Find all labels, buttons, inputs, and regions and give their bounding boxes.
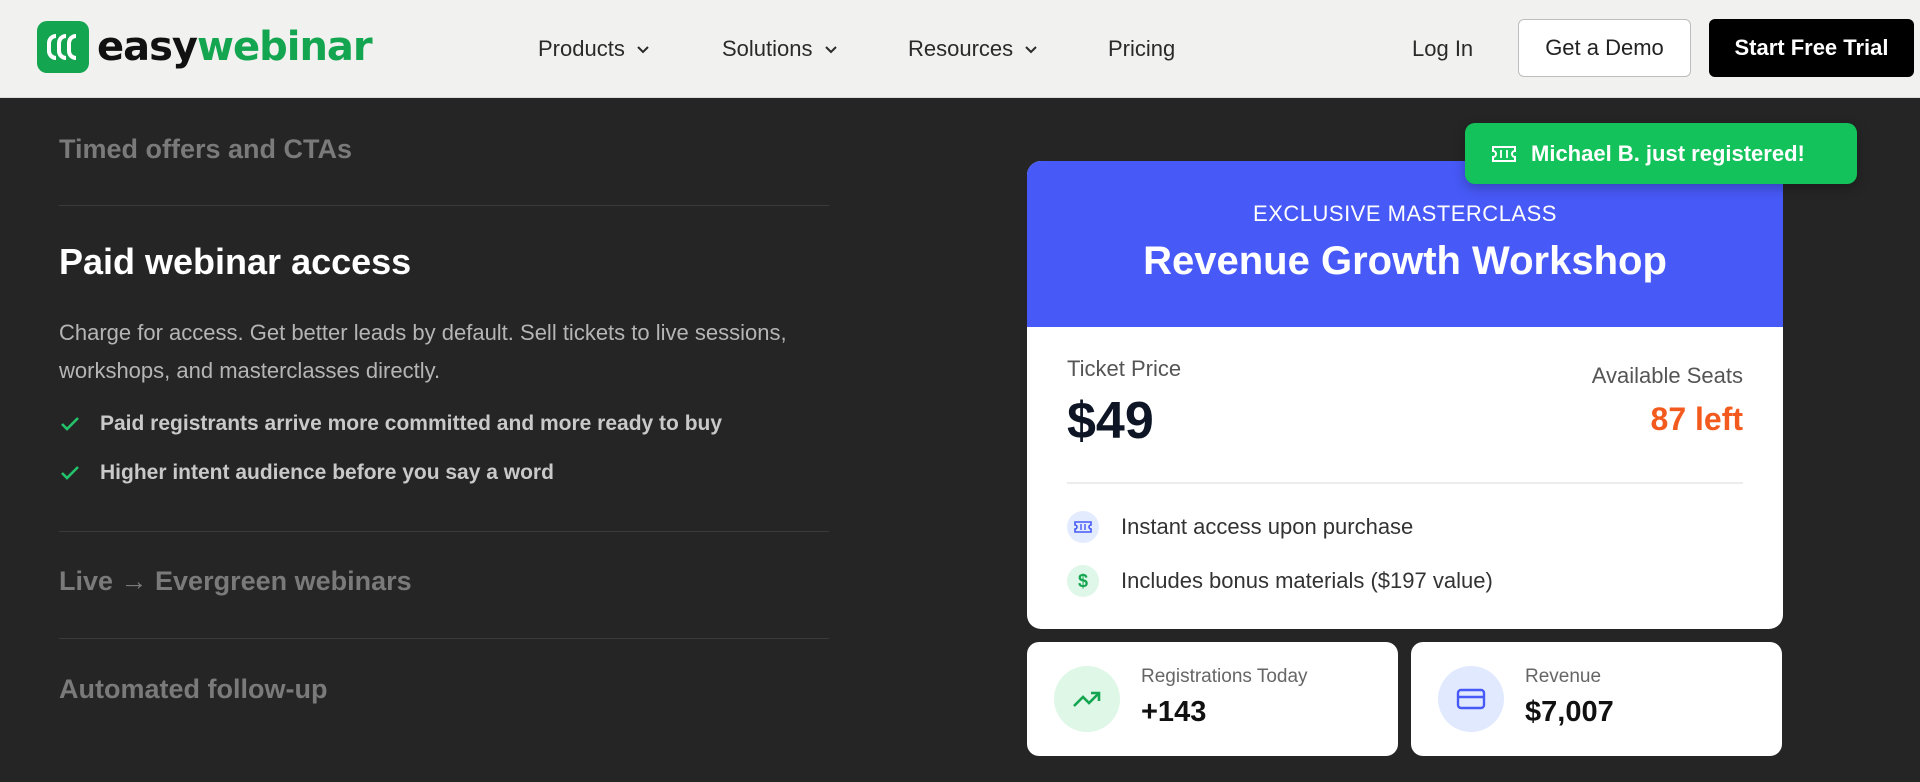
nav-pricing[interactable]: Pricing <box>1108 36 1175 62</box>
divider <box>59 638 829 639</box>
accordion-automated-follow-up[interactable]: Automated follow-up <box>59 674 327 705</box>
paid-point-item: Paid registrants arrive more committed a… <box>59 412 722 436</box>
ticket-title: Revenue Growth Workshop <box>1143 239 1667 283</box>
credit-card-icon <box>1438 666 1504 732</box>
chevron-down-icon <box>1025 46 1037 54</box>
login-label: Log In <box>1412 36 1474 61</box>
ticket-icon <box>1492 145 1516 162</box>
accordion-timed-offers[interactable]: Timed offers and CTAs <box>59 134 352 165</box>
ticket-price-label: Ticket Price <box>1067 356 1182 381</box>
divider <box>59 531 829 532</box>
available-seats-value: 87 left <box>1650 401 1743 437</box>
get-demo-button[interactable]: Get a Demo <box>1518 19 1691 77</box>
registrations-stat-card: Registrations Today +143 <box>1027 642 1398 756</box>
check-icon <box>61 466 79 480</box>
ticket-price: $49 <box>1067 392 1154 450</box>
trending-up-icon <box>1054 666 1120 732</box>
nav-products[interactable]: Products <box>538 36 651 62</box>
accordion-live-evergreen[interactable]: Live → Evergreen webinars <box>59 566 412 597</box>
paid-point-text: Paid registrants arrive more committed a… <box>100 412 723 435</box>
revenue-label: Revenue <box>1525 666 1602 687</box>
login-link[interactable]: Log In <box>1412 36 1473 62</box>
chevron-down-icon <box>824 46 837 54</box>
revenue-value: $7,007 <box>1525 696 1614 728</box>
nav-resources[interactable]: Resources <box>908 36 1039 62</box>
ticket-perk-item: Instant access upon purchase <box>1067 511 1413 543</box>
nav-resources-label: Resources <box>908 36 1014 61</box>
registration-toast: Michael B. just registered! <box>1465 123 1857 184</box>
registrations-value: +143 <box>1141 696 1207 728</box>
divider <box>1067 482 1743 484</box>
ticket-card-header: EXCLUSIVE MASTERCLASS Revenue Growth Wor… <box>1027 161 1783 327</box>
paid-point-text: Higher intent audience before you say a … <box>100 461 554 484</box>
nav-products-label: Products <box>538 36 625 61</box>
nav-pricing-label: Pricing <box>1108 36 1176 61</box>
revenue-stat-card: Revenue $7,007 <box>1411 642 1782 756</box>
toast-text: Michael B. just registered! <box>1531 140 1805 166</box>
registrations-label: Registrations Today <box>1141 666 1308 687</box>
ticket-perk-item: $ Includes bonus materials ($197 value) <box>1067 565 1493 597</box>
paid-point-item: Higher intent audience before you say a … <box>59 461 554 485</box>
ticket-icon <box>1067 511 1099 543</box>
check-icon <box>61 417 79 431</box>
site-header: easywebinar Products Solutions Resources… <box>0 0 1920 98</box>
start-free-trial-button[interactable]: Start Free Trial <box>1709 19 1914 77</box>
ticket-perk-text: Includes bonus materials ($197 value) <box>1121 568 1493 593</box>
ticket-card: EXCLUSIVE MASTERCLASS Revenue Growth Wor… <box>1027 161 1783 629</box>
available-seats-label: Available Seats <box>1591 363 1743 388</box>
divider <box>59 205 829 206</box>
chevron-down-icon <box>637 46 649 54</box>
nav-solutions[interactable]: Solutions <box>722 36 839 62</box>
accordion-paid-webinar-title[interactable]: Paid webinar access <box>59 241 411 283</box>
ticket-perk-text: Instant access upon purchase <box>1121 514 1414 539</box>
nav-solutions-label: Solutions <box>722 36 813 61</box>
paid-webinar-description: Charge for access. Get better leads by d… <box>59 320 787 383</box>
dollar-icon: $ <box>1067 565 1099 597</box>
